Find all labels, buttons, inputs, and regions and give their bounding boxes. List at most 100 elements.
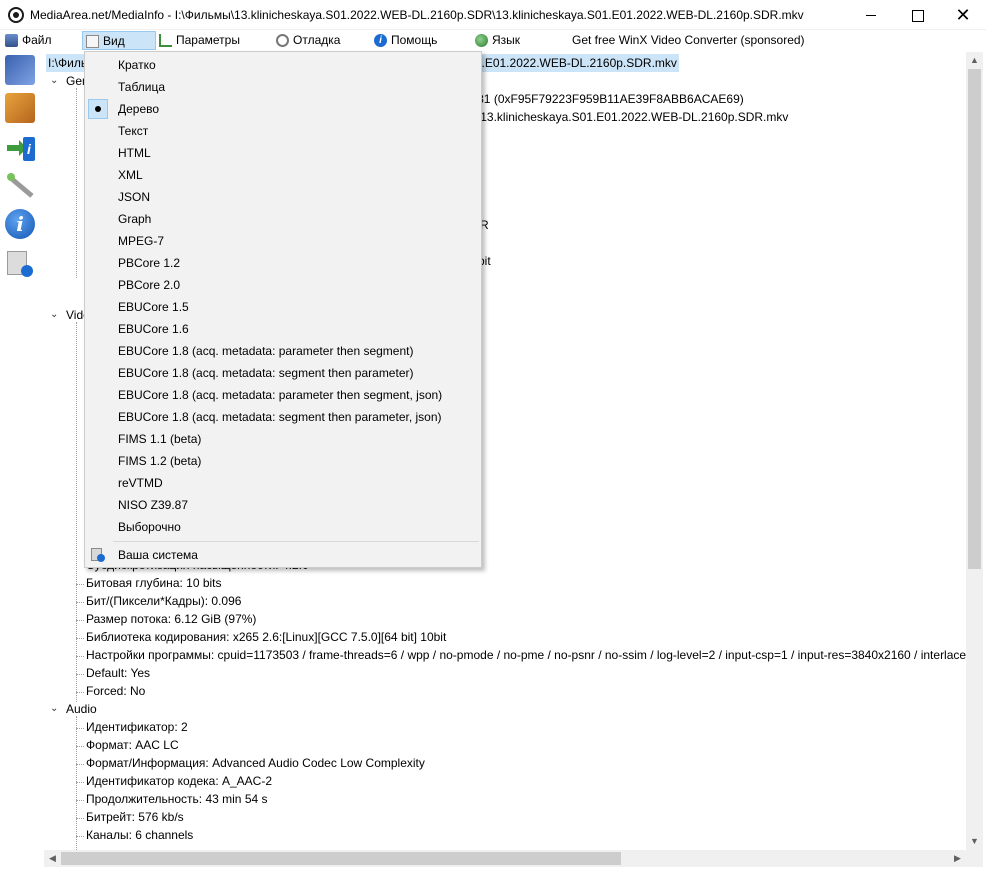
scroll-right-arrow-icon[interactable]: ▶: [949, 850, 966, 867]
tree-guide-line: [76, 322, 77, 702]
horizontal-scroll-thumb[interactable]: [61, 852, 621, 865]
view-menu-item-graph[interactable]: Graph: [87, 208, 479, 230]
view-menu-item-custom[interactable]: Выборочно: [87, 516, 479, 538]
view-menu-item-text[interactable]: Текст: [87, 120, 479, 142]
view-menu-item-label: Таблица: [118, 80, 166, 94]
tree-connector: [76, 638, 84, 639]
tree-item-audio-codec-id: Идентификатор кодека: A_AAC-2: [86, 774, 273, 788]
general-expander-icon[interactable]: ⌄: [50, 72, 60, 90]
view-menu-item-label: HTML: [118, 146, 151, 160]
open-folder-icon[interactable]: [5, 93, 35, 123]
menu-params-label: Параметры: [176, 33, 240, 47]
tree-group-audio[interactable]: Audio: [66, 700, 97, 718]
view-menu-item-label: MPEG-7: [118, 234, 165, 248]
view-menu-item-label: EBUCore 1.8 (acq. metadata: segment then…: [118, 410, 442, 424]
preferences-icon[interactable]: [5, 171, 35, 201]
tree-connector: [76, 728, 84, 729]
export-icon[interactable]: i: [5, 133, 35, 163]
menu-file[interactable]: Файл: [2, 31, 56, 50]
scroll-up-arrow-icon[interactable]: ▲: [966, 52, 983, 69]
scroll-down-arrow-icon[interactable]: ▼: [966, 833, 983, 850]
menu-separator: [113, 541, 479, 542]
menu-file-label: Файл: [22, 33, 52, 47]
view-menu-item-label: EBUCore 1.5: [118, 300, 189, 314]
menu-language-label: Язык: [492, 33, 521, 47]
view-menu-item-ebucore16[interactable]: EBUCore 1.6: [87, 318, 479, 340]
debug-menu-icon: [276, 34, 289, 47]
view-menu-item-label: EBUCore 1.8 (acq. metadata: parameter th…: [118, 344, 414, 358]
menu-help[interactable]: i Помощь: [371, 31, 441, 50]
maximize-button[interactable]: [894, 0, 940, 30]
menu-debug[interactable]: Отладка: [273, 31, 344, 50]
menu-params[interactable]: Параметры: [156, 31, 244, 50]
view-menu-item-ebucore18-ps-json[interactable]: EBUCore 1.8 (acq. metadata: parameter th…: [87, 384, 479, 406]
horizontal-scrollbar[interactable]: ◀: [44, 850, 966, 867]
tree-item-video-default: Default: Yes: [86, 666, 151, 680]
tree-connector: [76, 656, 84, 657]
view-menu-item-label: reVTMD: [118, 476, 163, 490]
view-menu-item-ebucore18-sp[interactable]: EBUCore 1.8 (acq. metadata: segment then…: [87, 362, 479, 384]
view-menu-item-label: EBUCore 1.8 (acq. metadata: segment then…: [118, 366, 414, 380]
menu-debug-label: Отладка: [293, 33, 341, 47]
view-menu-item-ebucore18-sp-json[interactable]: EBUCore 1.8 (acq. metadata: segment then…: [87, 406, 479, 428]
view-menu-item-table[interactable]: Таблица: [87, 76, 479, 98]
tree-connector: [76, 800, 84, 801]
params-menu-icon: [159, 34, 172, 47]
tree-guide-line: [76, 88, 77, 278]
radio-checked-icon: [88, 99, 108, 119]
view-menu-item-fims12[interactable]: FIMS 1.2 (beta): [87, 450, 479, 472]
view-menu-item-ebucore18-ps[interactable]: EBUCore 1.8 (acq. metadata: parameter th…: [87, 340, 479, 362]
view-menu-item-label: FIMS 1.2 (beta): [118, 454, 202, 468]
mediainfo-app-icon: [8, 7, 24, 23]
minimize-button[interactable]: [848, 0, 894, 30]
system-info-icon[interactable]: [5, 249, 35, 279]
video-expander-icon[interactable]: ⌄: [50, 306, 60, 324]
view-menu-item-pbcore12[interactable]: PBCore 1.2: [87, 252, 479, 274]
view-menu-item-summary[interactable]: Кратко: [87, 54, 479, 76]
menu-view[interactable]: Вид: [82, 31, 156, 50]
scroll-left-arrow-icon[interactable]: ◀: [44, 850, 61, 867]
tree-item-audio-duration: Продолжительность: 43 min 54 s: [86, 792, 268, 806]
view-menu-item-your-system[interactable]: Ваша система: [87, 544, 479, 566]
title-bar: MediaArea.net/MediaInfo - I:\Фильмы\13.k…: [0, 0, 986, 30]
vertical-scrollbar[interactable]: ▲ ▼: [966, 52, 983, 850]
view-menu-item-niso[interactable]: NISO Z39.87: [87, 494, 479, 516]
view-menu-item-html[interactable]: HTML: [87, 142, 479, 164]
view-menu-item-ebucore15[interactable]: EBUCore 1.5: [87, 296, 479, 318]
view-menu-item-json[interactable]: JSON: [87, 186, 479, 208]
menu-sponsored[interactable]: Get free WinX Video Converter (sponsored…: [552, 31, 809, 50]
file-menu-icon: [5, 34, 18, 47]
view-menu-item-label: Ваша система: [118, 548, 198, 562]
view-menu-item-fims11[interactable]: FIMS 1.1 (beta): [87, 428, 479, 450]
view-menu-item-xml[interactable]: XML: [87, 164, 479, 186]
tree-item-audio-channels: Каналы: 6 channels: [86, 828, 194, 842]
tree-connector: [76, 764, 84, 765]
vertical-scroll-thumb[interactable]: [968, 69, 981, 569]
view-menu-item-label: PBCore 2.0: [118, 278, 181, 292]
view-menu-item-label: EBUCore 1.6: [118, 322, 189, 336]
menu-language[interactable]: Язык: [472, 31, 524, 50]
view-menu-item-label: EBUCore 1.8 (acq. metadata: parameter th…: [118, 388, 443, 402]
view-menu-item-tree[interactable]: Дерево: [87, 98, 479, 120]
view-menu-item-label: XML: [118, 168, 143, 182]
close-button[interactable]: ✕: [940, 0, 986, 30]
view-menu-item-label: Кратко: [118, 58, 156, 72]
tree-connector: [76, 584, 84, 585]
view-menu-icon: [86, 35, 99, 48]
tree-connector: [76, 602, 84, 603]
view-menu-item-pbcore20[interactable]: PBCore 2.0: [87, 274, 479, 296]
view-menu-item-label: FIMS 1.1 (beta): [118, 432, 202, 446]
tree-item-video-settings: Настройки программы: cpuid=1173503 / fra…: [86, 648, 966, 662]
open-file-icon[interactable]: [5, 55, 35, 85]
view-menu-item-revtmd[interactable]: reVTMD: [87, 472, 479, 494]
tree-connector: [76, 782, 84, 783]
audio-expander-icon[interactable]: ⌄: [50, 700, 60, 718]
tree-item-video-bpp: Бит/(Пиксели*Кадры): 0.096: [86, 594, 242, 608]
tree-item-video-forced: Forced: No: [86, 684, 146, 698]
view-menu-item-label: Дерево: [118, 102, 160, 116]
view-menu-item-mpeg7[interactable]: MPEG-7: [87, 230, 479, 252]
tree-item-audio-bitrate: Битрейт: 576 kb/s: [86, 810, 184, 824]
about-icon[interactable]: i: [5, 209, 35, 239]
tree-connector: [76, 836, 84, 837]
export-arrow-icon: [7, 140, 27, 156]
